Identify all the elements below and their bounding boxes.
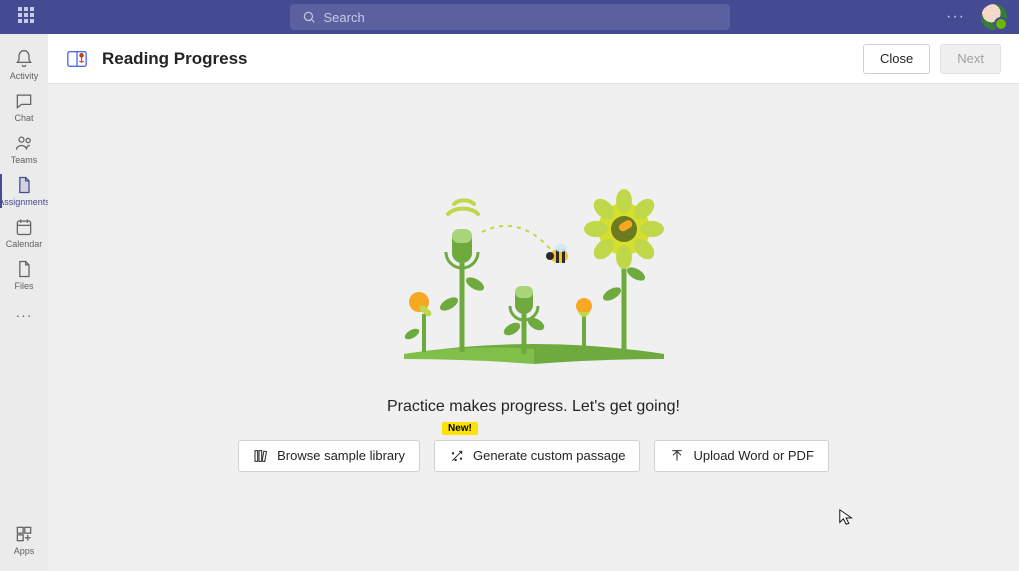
close-button[interactable]: Close [863,44,930,74]
rail-item-activity[interactable]: Activity [0,44,48,86]
button-label: Browse sample library [277,448,405,463]
search-input[interactable] [324,10,718,25]
page-title: Reading Progress [102,49,248,69]
calendar-icon [14,217,34,237]
reading-progress-icon [66,48,88,70]
search-icon [302,10,316,24]
app-rail: Activity Chat Teams Assignments Calendar… [0,34,48,571]
rail-label: Teams [11,155,38,165]
tagline-text: Practice makes progress. Let's get going… [387,398,680,416]
rail-item-files[interactable]: Files [0,254,48,296]
next-button: Next [940,44,1001,74]
app-launcher-icon[interactable] [18,7,38,27]
rail-item-apps[interactable]: Apps [0,519,48,561]
button-label: Generate custom passage [473,448,625,463]
option-row: Browse sample library New! Generate cust… [238,440,829,472]
button-label: Upload Word or PDF [693,448,813,463]
rail-label: Apps [14,546,35,556]
titlebar: ··· [0,0,1019,34]
rail-item-chat[interactable]: Chat [0,86,48,128]
content-area: Reading Progress Close Next [48,34,1019,571]
rail-label: Files [14,281,33,291]
rail-label: Activity [10,71,39,81]
wand-icon [449,448,465,464]
new-badge: New! [442,422,478,435]
rail-label: Calendar [6,239,43,249]
settings-more-icon[interactable]: ··· [946,8,965,26]
avatar[interactable] [981,4,1007,30]
search-box[interactable] [290,4,730,30]
rail-item-assignments[interactable]: Assignments [0,170,48,212]
rail-item-teams[interactable]: Teams [0,128,48,170]
library-icon [253,448,269,464]
page-header: Reading Progress Close Next [48,34,1019,84]
rail-label: Assignments [0,197,50,207]
assignments-icon [14,175,34,195]
rail-item-calendar[interactable]: Calendar [0,212,48,254]
rail-more-icon[interactable]: ··· [16,300,33,330]
upload-icon [669,448,685,464]
apps-icon [14,524,34,544]
rail-label: Chat [14,113,33,123]
reading-garden-illustration [384,184,684,374]
main-panel: Practice makes progress. Let's get going… [48,84,1019,571]
browse-library-button[interactable]: Browse sample library [238,440,420,472]
teams-icon [14,133,34,153]
upload-button[interactable]: Upload Word or PDF [654,440,828,472]
chat-icon [14,91,34,111]
generate-passage-button[interactable]: Generate custom passage [434,440,640,472]
bell-icon [14,49,34,69]
files-icon [14,259,34,279]
